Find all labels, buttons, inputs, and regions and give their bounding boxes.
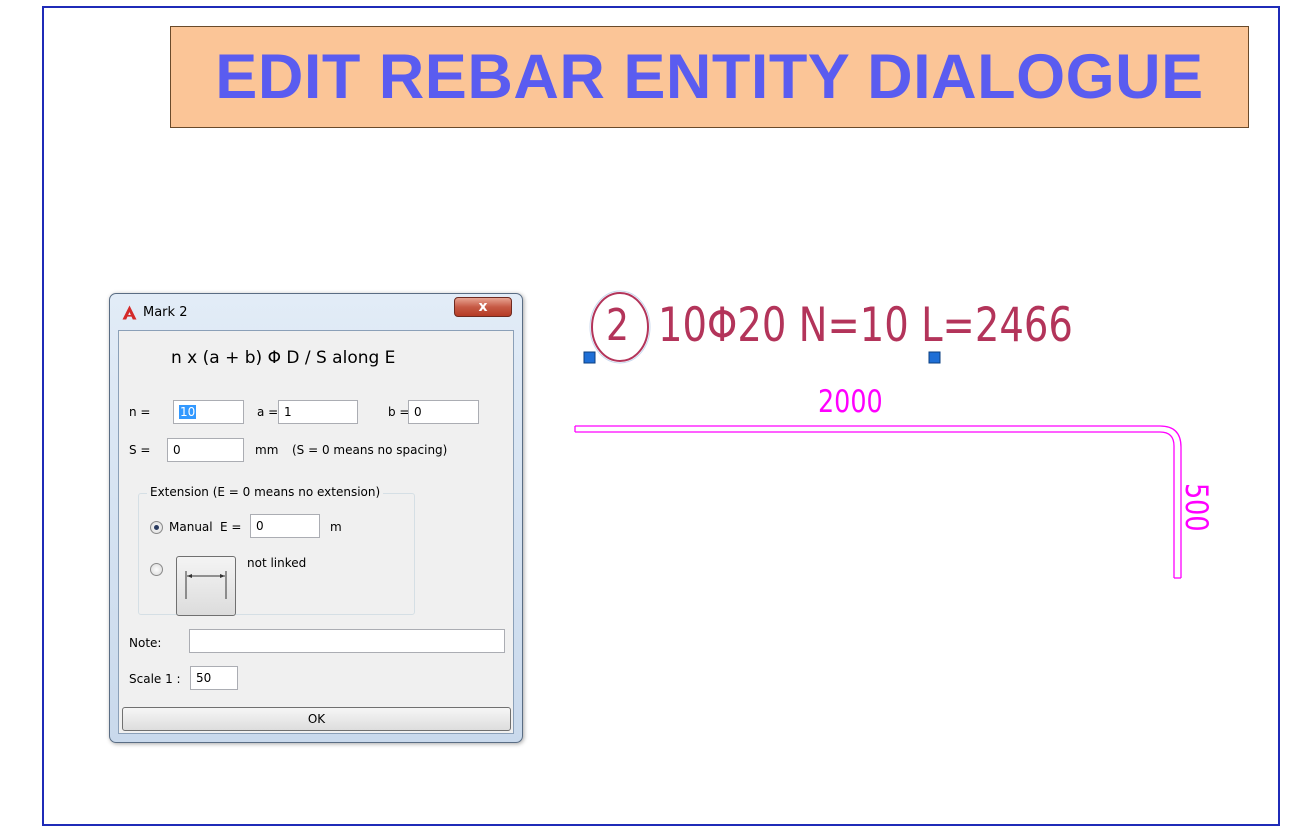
- grip-handle[interactable]: [928, 351, 941, 364]
- rebar-outer-line: [575, 425, 1182, 578]
- rebar-drawing: [574, 290, 1182, 579]
- mark-number: 2: [606, 300, 629, 351]
- rebar-label: 10Φ20 N=10 L=2466: [658, 298, 1073, 353]
- vertical-length-label: 500: [1178, 483, 1214, 532]
- rebar-inner-line: [575, 431, 1175, 578]
- horizontal-length-label: 2000: [818, 384, 883, 420]
- grip-handle[interactable]: [583, 351, 596, 364]
